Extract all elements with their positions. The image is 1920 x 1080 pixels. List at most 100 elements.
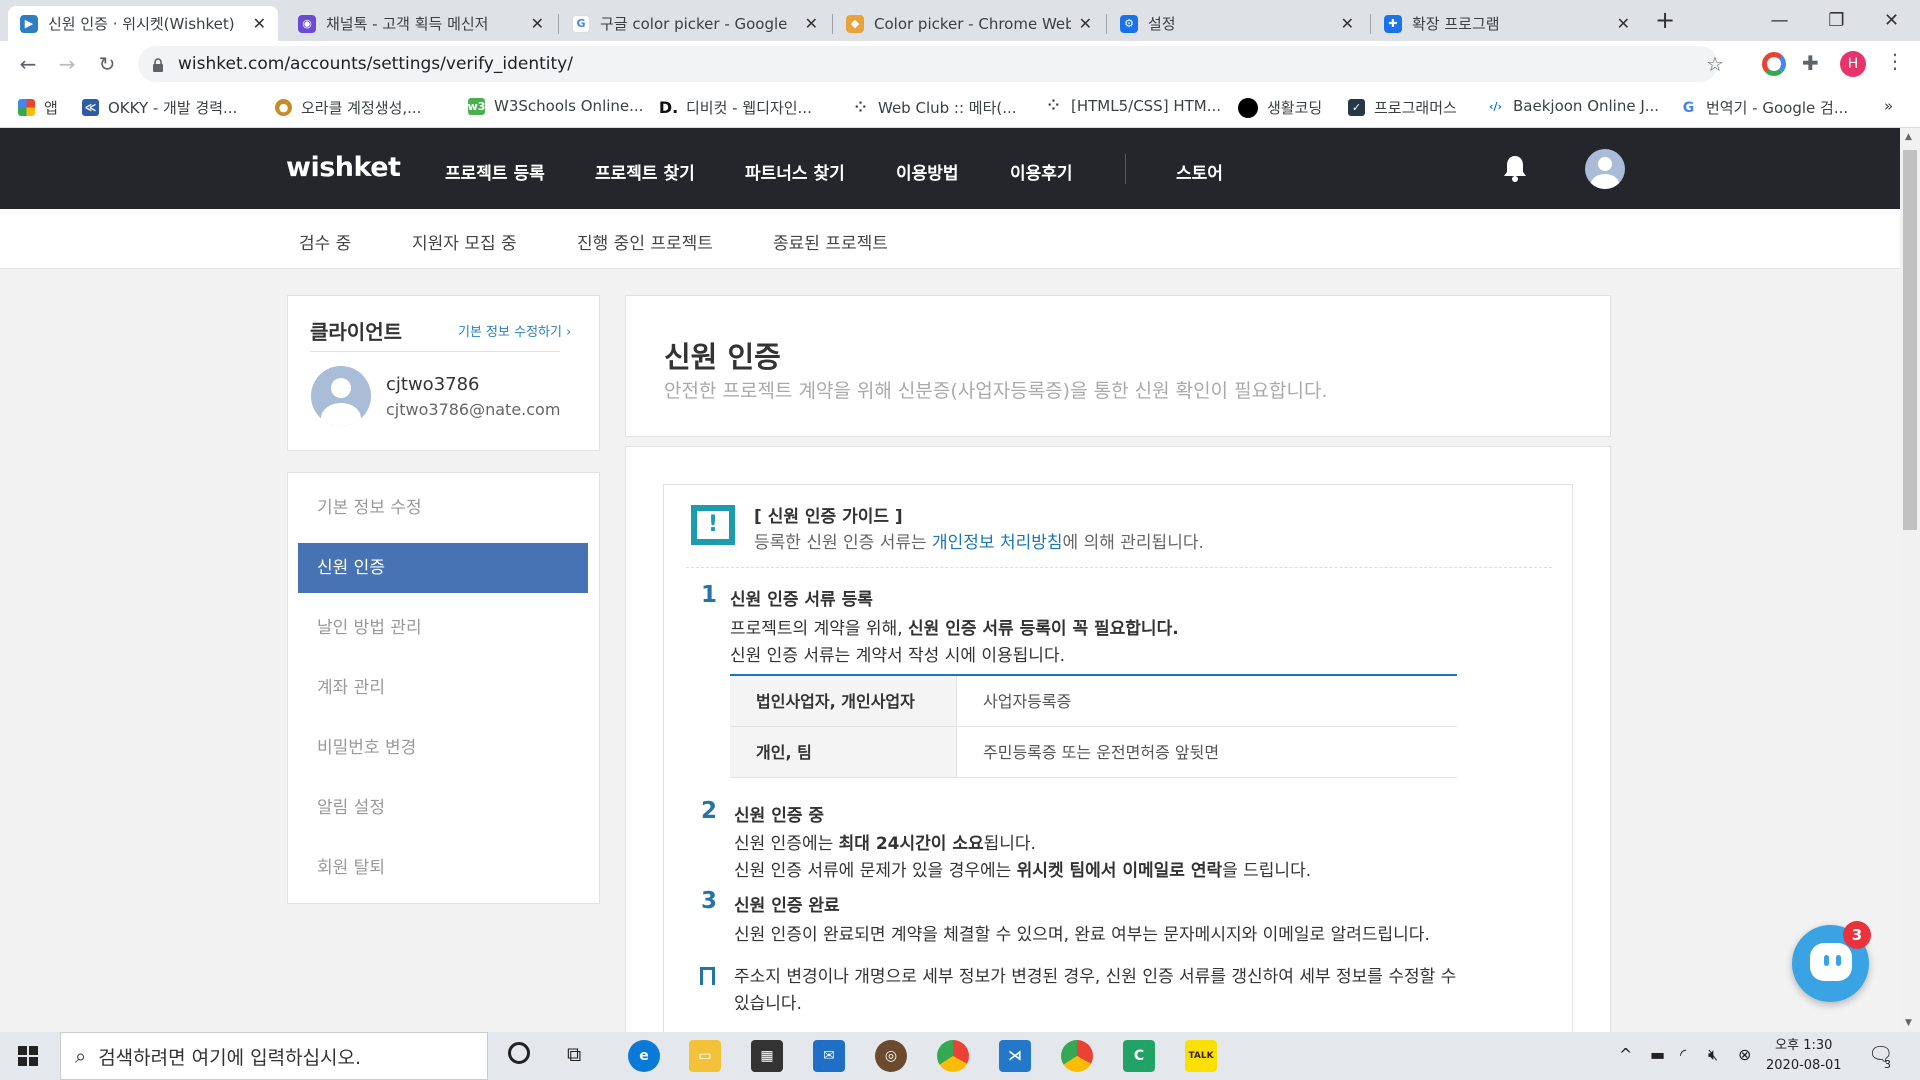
bookmark-html5[interactable]: ⁘ [HTML5/CSS] HTM... xyxy=(1045,97,1221,115)
subnav-recruiting[interactable]: 지원자 모집 중 xyxy=(412,229,517,254)
sidebar-item-withdraw[interactable]: 회원 탈퇴 xyxy=(298,843,588,893)
sidebar-item-password-change[interactable]: 비밀번호 변경 xyxy=(298,723,588,773)
extensions-puzzle-icon[interactable]: ✚ xyxy=(1802,51,1819,75)
emphasis-text: 위시켓 팀에서 이메일로 연락 xyxy=(1016,861,1223,881)
tab-chrome-web-store[interactable]: ◆ Color picker - Chrome Web ✕ xyxy=(834,6,1104,41)
tab-extensions[interactable]: ✚ 확장 프로그램 ✕ xyxy=(1372,6,1642,41)
chrome-icon[interactable] xyxy=(937,1040,969,1072)
edge-icon[interactable]: e xyxy=(628,1040,660,1072)
guide-text: 등록한 신원 인증 서류는 개인정보 처리방침에 의해 관리됩니다. xyxy=(754,528,1204,553)
close-icon[interactable]: ✕ xyxy=(1617,14,1630,33)
subnav-completed[interactable]: 종료된 프로젝트 xyxy=(773,229,888,254)
user-avatar[interactable] xyxy=(1585,149,1625,189)
w3schools-icon: w3 xyxy=(467,97,486,115)
windows-taskbar: ⌕ 검색하려면 여기에 입력하십시오. ⧉ e ▭ ▦ ✉ ◎ ⋊ C TALK… xyxy=(0,1032,1920,1080)
bell-icon[interactable] xyxy=(1503,154,1527,182)
kakaotalk-icon[interactable]: TALK xyxy=(1185,1040,1217,1072)
tab-wishket[interactable]: ▶ 신원 인증 · 위시켓(Wishket) ✕ xyxy=(8,6,278,41)
tab-google-color-picker[interactable]: G 구글 color picker - Google ✕ xyxy=(560,6,830,41)
restore-icon[interactable]: ❐ xyxy=(1808,0,1865,41)
camtasia-icon[interactable]: C xyxy=(1123,1040,1155,1072)
task-view-icon[interactable]: ⧉ xyxy=(567,1042,581,1066)
guide-title: [ 신원 인증 가이드 ] xyxy=(754,507,903,527)
microsoft-store-icon[interactable]: ▦ xyxy=(751,1040,783,1072)
nav-reviews[interactable]: 이용후기 xyxy=(1010,159,1073,184)
subnav-under-review[interactable]: 검수 중 xyxy=(299,229,351,254)
bookmark-google-translate[interactable]: G 번역기 - Google 검... xyxy=(1680,97,1848,118)
input-method-icon[interactable]: ⊗ xyxy=(1738,1045,1751,1064)
step-2-title: 신원 인증 중 xyxy=(734,806,825,826)
tab-channeltalk[interactable]: ◉ 채널톡 - 고객 획득 메신저 ✕ xyxy=(286,6,556,41)
color-picker-extension-icon[interactable] xyxy=(1762,52,1786,76)
baekjoon-icon: ‹/› xyxy=(1487,97,1504,115)
sidebar-item-basic-info[interactable]: 기본 정보 수정 xyxy=(298,483,588,533)
close-icon[interactable]: ✕ xyxy=(1341,14,1354,33)
windows-start-icon[interactable] xyxy=(18,1046,38,1066)
close-icon[interactable]: ✕ xyxy=(531,14,544,33)
battery-icon[interactable]: ▬ xyxy=(1650,1045,1665,1064)
new-tab-button[interactable]: + xyxy=(1655,6,1675,34)
taskbar-search-box[interactable]: ⌕ 검색하려면 여기에 입력하십시오. xyxy=(60,1032,488,1080)
bookmark-dbcut[interactable]: D. 디비컷 - 웹디자인... xyxy=(659,97,812,118)
nav-project-register[interactable]: 프로젝트 등록 xyxy=(445,159,545,184)
close-icon[interactable]: ✕ xyxy=(253,14,266,33)
sidebar-item-account-management[interactable]: 계좌 관리 xyxy=(298,663,588,713)
file-explorer-icon[interactable]: ▭ xyxy=(689,1040,721,1072)
account-type-title: 클라이언트 xyxy=(310,320,402,344)
tab-separator xyxy=(558,14,559,34)
subnav-in-progress[interactable]: 진행 중인 프로젝트 xyxy=(577,229,713,254)
mail-icon[interactable]: ✉ xyxy=(813,1040,845,1072)
page-scrollbar[interactable]: ▲ ▼ xyxy=(1900,128,1920,1032)
scroll-up-arrow-icon[interactable]: ▲ xyxy=(1905,132,1912,142)
tab-settings[interactable]: ⚙ 설정 ✕ xyxy=(1108,6,1366,41)
close-icon[interactable]: ✕ xyxy=(805,14,818,33)
reload-icon[interactable]: ↻ xyxy=(93,52,121,76)
sidebar-item-identity-verification[interactable]: 신원 인증 xyxy=(298,543,588,593)
bookmark-label: Baekjoon Online J... xyxy=(1513,97,1660,115)
bookmark-okky[interactable]: ≪ OKKY - 개발 경력... xyxy=(82,97,237,118)
edit-basic-info-link[interactable]: 기본 정보 수정하기 › xyxy=(458,321,571,340)
star-icon[interactable]: ☆ xyxy=(1706,52,1724,76)
scrollbar-thumb[interactable] xyxy=(1903,150,1917,530)
step-1-title: 신원 인증 서류 등록 xyxy=(730,590,873,610)
bookmark-opentutorials[interactable]: 생활코딩 xyxy=(1238,97,1322,118)
text: 신원 인증에는 xyxy=(734,834,839,854)
nav-partners-find[interactable]: 파트너스 찾기 xyxy=(745,159,845,184)
chrome-icon[interactable] xyxy=(1061,1040,1093,1072)
nav-store[interactable]: 스토어 xyxy=(1176,159,1223,184)
system-clock[interactable]: 오후 1:30 2020-08-01 xyxy=(1766,1036,1842,1076)
bookmark-webclub[interactable]: ⁘ Web Club :: 메타(... xyxy=(852,97,1017,118)
bookmark-w3schools[interactable]: w3 W3Schools Online... xyxy=(467,97,644,115)
bookmark-apps[interactable]: 앱 xyxy=(18,97,58,118)
sidebar-item-notification-settings[interactable]: 알림 설정 xyxy=(298,783,588,833)
tab-title: 확장 프로그램 xyxy=(1412,15,1500,33)
nav-project-find[interactable]: 프로젝트 찾기 xyxy=(595,159,695,184)
back-arrow-icon[interactable]: ← xyxy=(14,52,42,76)
nav-how-to-use[interactable]: 이용방법 xyxy=(896,159,959,184)
tab-title: 채널톡 - 고객 획득 메신저 xyxy=(326,15,489,33)
minimize-icon[interactable]: — xyxy=(1751,0,1808,41)
profile-avatar[interactable]: H xyxy=(1840,51,1866,77)
wifi-icon[interactable]: ◜ xyxy=(1680,1045,1686,1064)
gear-icon: ⚙ xyxy=(1120,14,1138,33)
sidebar-item-seal-management[interactable]: 날인 방법 관리 xyxy=(298,603,588,653)
bookmark-programmers[interactable]: ✓ 프로그래머스 xyxy=(1348,97,1457,118)
scroll-down-arrow-icon[interactable]: ▼ xyxy=(1905,1018,1912,1028)
game-app-icon[interactable]: ◎ xyxy=(875,1040,907,1072)
applicant-type: 개인, 팀 xyxy=(730,727,956,777)
close-icon[interactable]: ✕ xyxy=(1079,14,1092,33)
bookmarks-overflow-button[interactable]: » xyxy=(1884,97,1893,115)
cortana-icon[interactable] xyxy=(508,1042,530,1064)
chevron-up-icon[interactable]: ^ xyxy=(1619,1045,1632,1064)
bookmark-baekjoon[interactable]: ‹/› Baekjoon Online J... xyxy=(1487,97,1659,115)
volume-muted-icon[interactable]: 🔇︎ xyxy=(1708,1045,1718,1065)
wishket-logo[interactable]: wishket xyxy=(286,152,401,183)
close-window-icon[interactable]: ✕ xyxy=(1863,0,1920,41)
vscode-icon[interactable]: ⋊ xyxy=(999,1040,1031,1072)
forward-arrow-icon[interactable]: → xyxy=(53,52,81,76)
privacy-policy-link[interactable]: 개인정보 처리방침 xyxy=(932,533,1063,553)
bookmark-oracle[interactable]: ● 오라클 계정생성,... xyxy=(275,97,421,118)
omnibox[interactable]: wishket.com/accounts/settings/verify_ide… xyxy=(138,46,1724,82)
more-menu-icon[interactable]: ⋮ xyxy=(1885,49,1905,73)
tab-separator xyxy=(832,14,833,34)
